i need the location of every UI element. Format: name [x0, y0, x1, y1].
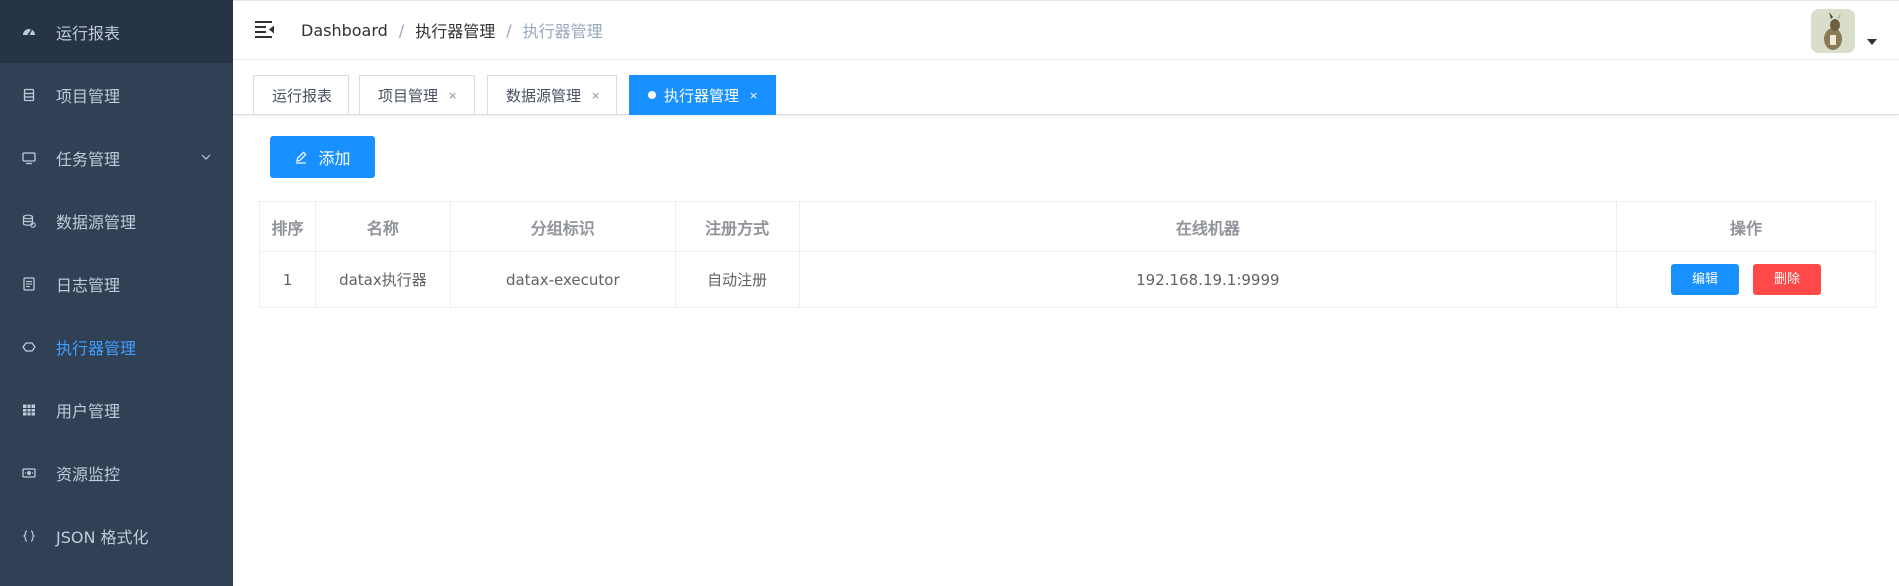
tag-label: 数据源管理: [506, 86, 582, 105]
sidebar-item-tasks[interactable]: 任务管理: [0, 126, 233, 189]
cell-order: 1: [259, 251, 316, 308]
sidebar-item-label: 日志管理: [56, 275, 121, 295]
monitor-icon: [22, 151, 36, 165]
edit-button[interactable]: 编辑: [1671, 264, 1740, 295]
breadcrumb-current: 执行器管理: [522, 22, 603, 41]
chevron-down-icon: [201, 154, 211, 160]
sidebar-item-executors[interactable]: 执行器管理: [0, 315, 233, 378]
sidebar-item-projects[interactable]: 项目管理: [0, 63, 233, 126]
cell-machines: 192.168.19.1:9999: [798, 251, 1618, 308]
tag-executors[interactable]: 执行器管理 ×: [629, 75, 776, 115]
sidebar-item-label: 资源监控: [56, 464, 121, 484]
avatar-figure-icon: [1811, 9, 1855, 53]
sidebar-item-users[interactable]: 用户管理: [0, 378, 233, 441]
cell-name: datax执行器: [314, 251, 451, 308]
sidebar-item-label: JSON 格式化: [56, 527, 149, 547]
edit-icon: [296, 151, 308, 164]
sidebar-item-label: 项目管理: [56, 86, 121, 106]
table-row: 1 datax执行器 datax-executor 自动注册 192.168.1…: [259, 251, 1876, 308]
tag-label: 运行报表: [272, 86, 333, 105]
column-header: 排序: [259, 201, 316, 252]
column-header: 分组标识: [449, 201, 676, 252]
add-button-label: 添加: [318, 149, 351, 168]
active-dot-icon: [648, 91, 656, 99]
avatar[interactable]: [1811, 9, 1855, 53]
close-icon[interactable]: ×: [591, 89, 600, 102]
add-button[interactable]: 添加: [270, 136, 375, 178]
breadcrumb-separator: /: [506, 20, 512, 40]
column-header: 操作: [1616, 201, 1876, 252]
tag-projects[interactable]: 项目管理 ×: [359, 75, 475, 115]
column-header: 在线机器: [798, 201, 1618, 252]
breadcrumb-item-executor-group[interactable]: 执行器管理: [415, 18, 495, 42]
sidebar-item-label: 用户管理: [56, 401, 121, 421]
tag-label: 执行器管理: [664, 86, 740, 105]
sidebar-item-resources[interactable]: 资源监控: [0, 441, 233, 504]
sidebar-item-json-format[interactable]: JSON 格式化: [0, 504, 233, 567]
caret-down-icon[interactable]: [1867, 39, 1877, 45]
tag-datasources[interactable]: 数据源管理 ×: [487, 75, 617, 115]
tags-view: 运行报表 项目管理 × 数据源管理 × 执行器管理 ×: [233, 60, 1899, 115]
sidebar-item-label: 执行器管理: [56, 338, 137, 358]
braces-icon: [22, 529, 36, 543]
dashboard-icon: [22, 25, 36, 39]
delete-button[interactable]: 删除: [1753, 264, 1822, 295]
breadcrumb-separator: /: [398, 20, 405, 40]
column-header: 名称: [314, 201, 451, 252]
breadcrumb: Dashboard / 执行器管理 / 执行器管理: [301, 1, 603, 59]
sidebar-item-dashboard[interactable]: 运行报表: [0, 0, 233, 63]
database-icon: [22, 214, 36, 228]
executor-table: 排序 名称 分组标识 注册方式 在线机器 操作 1 datax执行器 datax…: [259, 201, 1876, 308]
navbar: Dashboard / 执行器管理 / 执行器管理: [233, 0, 1899, 60]
grid-icon: [22, 403, 36, 417]
hamburger-icon[interactable]: [255, 20, 275, 38]
tag-label: 项目管理: [378, 86, 439, 105]
tag-dashboard[interactable]: 运行报表: [253, 75, 349, 115]
sidebar-item-label: 数据源管理: [56, 212, 137, 232]
table-header-row: 排序 名称 分组标识 注册方式 在线机器 操作: [259, 201, 1876, 252]
sidebar-item-logs[interactable]: 日志管理: [0, 252, 233, 315]
cell-actions: 编辑 删除: [1616, 251, 1876, 308]
breadcrumb-item-dashboard[interactable]: Dashboard: [301, 21, 388, 40]
sidebar-item-label: 任务管理: [56, 149, 121, 169]
executor-icon: [22, 340, 36, 354]
cell-registration: 自动注册: [674, 251, 800, 308]
column-header: 注册方式: [674, 201, 800, 252]
close-icon[interactable]: ×: [448, 89, 457, 102]
sidebar: 运行报表 项目管理 任务管理 数据源管理 日志管理 执行器管理 用户管理 资源监…: [0, 0, 233, 586]
app-root: 运行报表 项目管理 任务管理 数据源管理 日志管理 执行器管理 用户管理 资源监…: [0, 0, 1899, 586]
document-icon: [22, 276, 36, 291]
resource-icon: [22, 466, 36, 480]
cell-group: datax-executor: [449, 251, 676, 308]
sidebar-item-datasources[interactable]: 数据源管理: [0, 189, 233, 252]
sidebar-item-label: 运行报表: [56, 23, 121, 43]
close-icon[interactable]: ×: [749, 89, 758, 102]
project-icon: [22, 88, 36, 102]
